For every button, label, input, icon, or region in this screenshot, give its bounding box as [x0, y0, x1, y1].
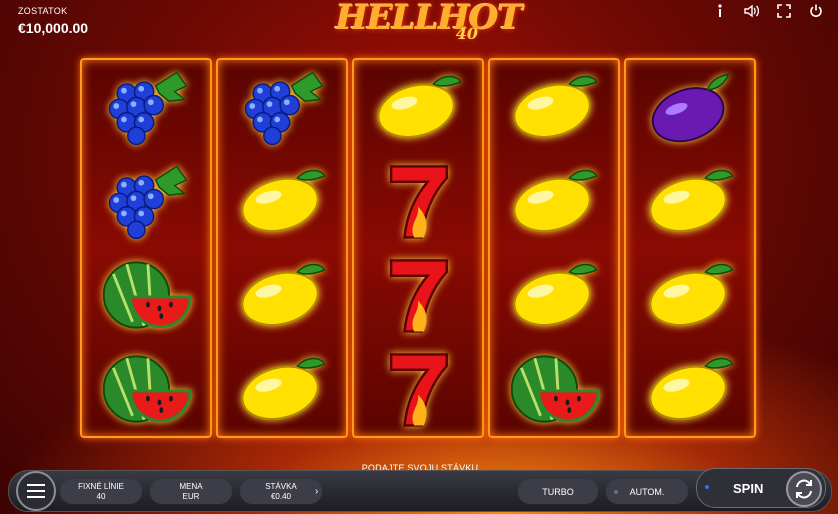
game-logo: HELLHOT 40	[336, 0, 523, 46]
menu-button[interactable]	[16, 471, 56, 511]
spin-icon	[786, 471, 822, 507]
reel-area	[80, 58, 758, 440]
spin-label: SPIN	[733, 481, 764, 496]
lemon-icon	[640, 251, 740, 339]
auto-indicator-dot	[614, 490, 618, 494]
fullscreen-icon[interactable]	[776, 3, 792, 19]
reel-1	[80, 58, 212, 438]
watermelon-icon	[96, 251, 196, 339]
auto-button[interactable]: AUTOM.	[606, 479, 688, 504]
lemon-icon	[368, 63, 468, 151]
bet-button[interactable]: STÁVKA €0.40	[240, 479, 322, 504]
balance-label: ZOSTATOK	[18, 6, 68, 16]
top-toolbar	[712, 3, 824, 19]
reel-5	[624, 58, 756, 438]
currency-label: MENA	[179, 481, 203, 491]
watermelon-icon	[96, 345, 196, 433]
lemon-icon	[640, 345, 740, 433]
lines-value: 40	[96, 491, 106, 501]
lemon-icon	[504, 157, 604, 245]
reel-3	[352, 58, 484, 438]
lemon-icon	[232, 345, 332, 433]
lemon-icon	[640, 157, 740, 245]
lemon-icon	[504, 251, 604, 339]
plum-icon	[640, 63, 740, 151]
info-icon[interactable]	[712, 3, 728, 19]
grapes-icon	[96, 63, 196, 151]
chevron-right-icon[interactable]: ›	[315, 486, 318, 497]
auto-label: AUTOM.	[629, 486, 665, 497]
spin-button[interactable]: SPIN	[696, 468, 826, 508]
currency-button[interactable]: MENA EUR	[150, 479, 232, 504]
seven-icon	[368, 251, 468, 339]
lemon-icon	[232, 251, 332, 339]
lines-label: FIXNÉ LÍNIE	[78, 481, 124, 491]
lemon-icon	[232, 157, 332, 245]
currency-value: EUR	[182, 491, 200, 501]
grapes-icon	[96, 157, 196, 245]
turbo-button[interactable]: TURBO	[518, 479, 598, 504]
grapes-icon	[232, 63, 332, 151]
bet-value: €0.40	[270, 491, 292, 501]
spin-indicator-dot	[705, 485, 709, 489]
reel-2	[216, 58, 348, 438]
balance-display: ZOSTATOK €10,000.00	[18, 6, 88, 36]
lines-button[interactable]: FIXNÉ LÍNIE 40	[60, 479, 142, 504]
lemon-icon	[504, 63, 604, 151]
hamburger-icon	[27, 484, 45, 498]
turbo-label: TURBO	[542, 486, 574, 497]
balance-value: €10,000.00	[18, 20, 89, 36]
seven-icon	[368, 157, 468, 245]
power-icon[interactable]	[808, 3, 824, 19]
seven-icon	[368, 345, 468, 433]
logo-number: 40	[455, 24, 478, 43]
reel-4	[488, 58, 620, 438]
watermelon-icon	[504, 345, 604, 433]
sound-icon[interactable]	[744, 3, 760, 19]
bet-label: STÁVKA	[265, 481, 297, 491]
